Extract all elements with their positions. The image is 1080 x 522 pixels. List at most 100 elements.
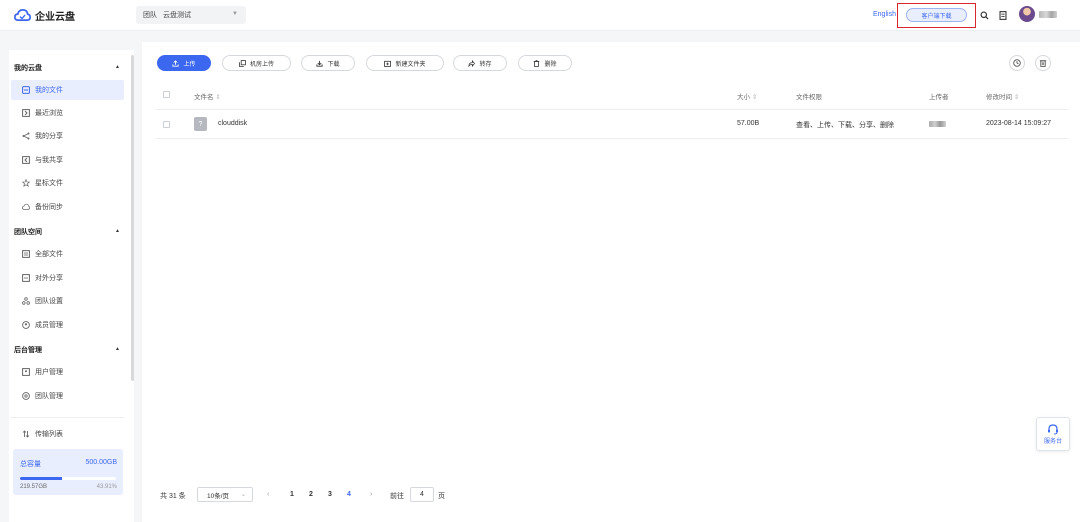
new-folder-button[interactable]: 新建文件夹 [366, 55, 444, 71]
star-icon [22, 179, 30, 187]
avatar[interactable] [1019, 6, 1035, 22]
column-uploader: 上传者 [929, 94, 949, 101]
cloud-sync-icon [22, 203, 30, 211]
file-permission: 查看、上传、下载、分享、删除 [796, 122, 894, 129]
sidebar-item-user-admin[interactable]: 用户管理 [11, 362, 124, 382]
column-modified-label: 修改时间 [986, 94, 1012, 101]
page-3[interactable]: 3 [328, 491, 332, 498]
document-icon[interactable] [998, 10, 1008, 20]
sidebar-item-label: 传输列表 [35, 431, 63, 438]
sidebar-item-backup-sync[interactable]: 备份同步 [11, 197, 124, 217]
chevron-down-icon: ▼ [232, 11, 238, 17]
page-4-current[interactable]: 4 [347, 491, 351, 498]
goto-label: 前往 [390, 493, 404, 500]
file-name[interactable]: clouddisk [218, 120, 247, 127]
recycle-bin-button[interactable] [1035, 55, 1051, 71]
clock-icon [1013, 59, 1021, 67]
sidebar-item-shared-with-me[interactable]: 与我共享 [11, 150, 124, 170]
app-logo[interactable]: 企业云盘 [14, 7, 75, 23]
sidebar-item-label: 团队设置 [35, 298, 63, 305]
shared-with-me-icon [22, 156, 30, 164]
storage-quota: 总容量 500.00GB 219.57GB 43.91% [13, 449, 123, 495]
row-checkbox[interactable] [163, 121, 170, 128]
user-admin-icon [22, 368, 30, 376]
sidebar-item-members[interactable]: 成员管理 [11, 315, 124, 335]
sidebar-item-label: 用户管理 [35, 369, 63, 376]
sidebar-item-team-settings[interactable]: 团队设置 [11, 291, 124, 311]
page-size-value: 10条/页 [207, 492, 230, 500]
language-link[interactable]: English [873, 11, 896, 18]
section-team-space[interactable]: 团队空间 [14, 227, 42, 237]
caret-up-icon[interactable]: ▲ [115, 346, 120, 352]
forward-icon [468, 59, 476, 67]
file-modified: 2023-08-14 15:09:27 [986, 120, 1051, 127]
column-size[interactable]: 大小 ⇕ [737, 91, 757, 101]
cloud-logo-icon [14, 9, 31, 21]
unknown-file-icon: ? [194, 117, 207, 131]
sidebar-item-my-share[interactable]: 我的分享 [11, 126, 124, 146]
page-2[interactable]: 2 [309, 491, 313, 498]
sidebar-item-label: 我的分享 [35, 133, 63, 140]
transfer-icon [22, 430, 30, 438]
sidebar-item-recent[interactable]: 最近浏览 [11, 103, 124, 123]
chevron-down-icon: ⌄ [240, 492, 246, 498]
members-icon [22, 321, 30, 329]
file-size: 57.00B [737, 120, 760, 127]
section-admin[interactable]: 后台管理 [14, 345, 42, 355]
caret-up-icon[interactable]: ▲ [115, 64, 120, 70]
column-name[interactable]: 文件名 ⇕ [194, 91, 221, 101]
sidebar-item-starred[interactable]: 星标文件 [11, 173, 124, 193]
column-modified[interactable]: 修改时间 ⇕ [986, 91, 1019, 101]
prev-page-icon[interactable]: ‹ [267, 491, 269, 498]
page-unit: 页 [438, 493, 445, 500]
team-settings-icon [22, 297, 30, 305]
caret-up-icon[interactable]: ▲ [115, 228, 120, 234]
pagination-total: 共 31 条 [160, 493, 186, 500]
section-my-drive[interactable]: 我的云盘 [14, 63, 42, 73]
page-1[interactable]: 1 [290, 491, 294, 498]
client-download-button[interactable]: 客户端下载 [906, 8, 967, 22]
select-all-checkbox[interactable] [163, 91, 170, 98]
upload-button[interactable]: 上传 [157, 55, 211, 71]
search-icon[interactable] [979, 10, 989, 20]
upload-icon [172, 59, 180, 67]
divider [11, 417, 124, 418]
all-files-icon [22, 250, 30, 258]
quota-used: 219.57GB [20, 484, 48, 490]
sort-icon: ⇕ [751, 94, 758, 101]
sidebar-scrollbar[interactable] [131, 55, 134, 381]
page-size-select[interactable]: 10条/页 ⌄ [197, 487, 253, 502]
sidebar-item-label: 最近浏览 [35, 110, 63, 117]
sidebar-item-team-admin[interactable]: 团队管理 [11, 386, 124, 406]
download-button[interactable]: 下载 [301, 55, 355, 71]
sidebar-item-label: 星标文件 [35, 180, 63, 187]
username-blurred[interactable] [1039, 11, 1057, 18]
recent-icon [22, 109, 30, 117]
external-share-icon [22, 274, 30, 282]
delete-button[interactable]: 删除 [518, 55, 572, 71]
quota-progress-fill [20, 477, 63, 480]
service-desk-button[interactable]: 服务台 [1036, 417, 1070, 451]
goto-page-input[interactable]: 4 [410, 487, 434, 502]
share-icon [22, 132, 30, 140]
row-divider [156, 138, 1068, 139]
sidebar-item-my-files[interactable]: 我的文件 [11, 80, 124, 100]
sort-icon: ⇕ [215, 94, 221, 101]
download-label: 下载 [327, 61, 340, 68]
sidebar-item-all-files[interactable]: 全部文件 [11, 244, 124, 264]
app-name: 企业云盘 [35, 11, 75, 23]
sidebar-item-transfer-list[interactable]: 传输列表 [11, 424, 124, 444]
sidebar-item-external-share[interactable]: 对外分享 [11, 268, 124, 288]
main-panel [142, 42, 1080, 522]
trash-icon [1039, 60, 1047, 67]
team-select[interactable]: 团队 云盘测试 ▼ [136, 6, 246, 24]
top-bar: 企业云盘 团队 云盘测试 ▼ English 客户端下载 [0, 0, 1080, 31]
headset-icon [1048, 423, 1058, 434]
sort-icon: ⇕ [1013, 94, 1020, 101]
local-upload-button[interactable]: 机房上传 [222, 55, 291, 71]
transfer-button[interactable]: 转存 [453, 55, 507, 71]
column-permission: 文件权限 [796, 94, 822, 101]
trash-icon [533, 59, 540, 67]
history-button[interactable] [1009, 55, 1025, 71]
next-page-icon[interactable]: › [370, 491, 372, 498]
